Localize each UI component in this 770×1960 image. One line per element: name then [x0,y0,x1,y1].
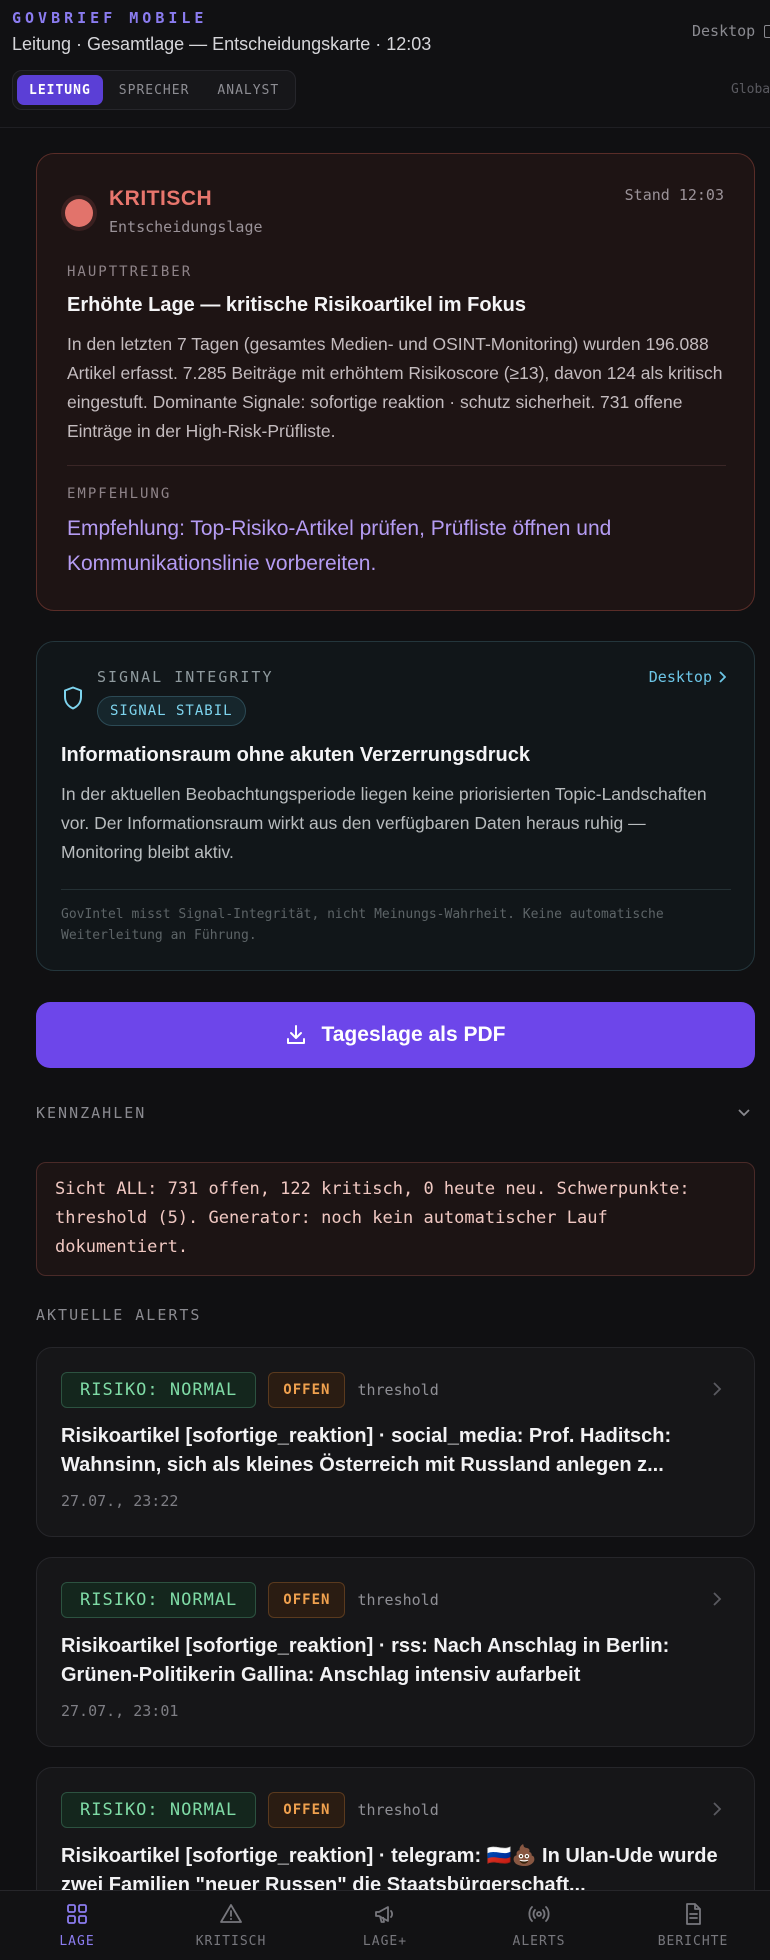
shield-icon [64,686,82,710]
grid-icon [67,1904,87,1924]
page-subtitle: Leitung · Gesamtlage — Entscheidungskart… [12,34,432,54]
alert-tag: threshold [357,1591,439,1609]
signal-label: SIGNAL INTEGRITY [97,668,274,686]
alert-timestamp: 27.07., 23:22 [61,1492,179,1510]
divider [61,889,731,890]
document-icon [686,1903,701,1925]
alert-badges: RISIKO: NORMAL OFFEN threshold [61,1372,439,1408]
desktop-link-label: Desktop [692,22,756,40]
signal-note: GovIntel misst Signal-Integrität, nicht … [61,907,664,943]
chevron-right-icon [713,1802,722,1816]
decision-card: KRITISCH Entscheidungslage Stand 12:03 H… [36,153,755,611]
alert-badges: RISIKO: NORMAL OFFEN threshold [61,1582,439,1618]
nav-alerts[interactable]: ALERTS [462,1891,616,1960]
kennzahlen-title: KENNZAHLEN [36,1104,147,1122]
risk-badge: RISIKO: NORMAL [61,1582,257,1618]
download-pdf-button[interactable]: Tageslage als PDF [36,1002,755,1068]
monitor-icon [764,25,770,38]
signal-text: In der aktuellen Beobachtungsperiode lie… [61,784,707,862]
nav-label: ALERTS [512,1934,566,1949]
warning-icon [220,1904,242,1923]
alert-tag: threshold [357,1801,439,1819]
signal-status-badge: SIGNAL STABIL [97,696,246,726]
status-subtitle: Entscheidungslage [109,218,263,236]
signal-desktop-label: Desktop [648,668,712,686]
status-timestamp: Stand 12:03 [624,186,724,204]
role-tab-leitung[interactable]: LEITUNG [17,75,103,105]
recommendation-text: Empfehlung: Top-Risiko-Artikel prüfen, P… [67,517,612,575]
bottom-navigation: LAGE KRITISCH LAGE+ ALERTS BERICHTE [0,1890,770,1960]
role-switcher: LEITUNG SPRECHER ANALYST [12,70,297,110]
chevron-right-icon [719,671,726,683]
status-title: KRITISCH [109,187,213,210]
driver-heading: Erhöhte Lage — kritische Risikoartikel i… [67,294,527,316]
nav-label: LAGE [59,1934,95,1949]
driver-text: In den letzten 7 Tagen (gesamtes Medien-… [67,334,723,441]
download-icon [287,1025,306,1044]
nav-berichte[interactable]: BERICHTE [616,1891,770,1960]
nav-lage-plus[interactable]: LAGE+ [308,1891,462,1960]
signal-integrity-card: SIGNAL INTEGRITY SIGNAL STABIL Desktop I… [36,641,755,971]
status-badge: OFFEN [268,1792,346,1828]
download-pdf-label: Tageslage als PDF [321,1023,506,1046]
status-indicator-dot [65,199,93,227]
role-tab-analyst[interactable]: ANALYST [205,75,291,105]
status-badge: OFFEN [268,1582,346,1618]
alert-card[interactable]: RISIKO: NORMAL OFFEN threshold Risikoart… [36,1347,755,1537]
role-tab-sprecher[interactable]: SPRECHER [107,75,202,105]
divider [67,465,726,466]
recommendation-label: EMPFEHLUNG [67,486,172,502]
status-badge: OFFEN [268,1372,346,1408]
alert-title: Risikoartikel [sofortige_reaktion] · soc… [61,1425,672,1476]
chevron-right-icon [713,1382,722,1396]
desktop-link[interactable]: Desktop [692,22,770,40]
chevron-down-icon [738,1109,750,1117]
broadcast-icon [528,1906,550,1922]
nav-label: KRITISCH [195,1934,267,1949]
nav-label: LAGE+ [362,1934,408,1949]
risk-badge: RISIKO: NORMAL [61,1792,257,1828]
megaphone-icon [375,1906,394,1923]
nav-label: BERICHTE [657,1934,729,1949]
signal-heading: Informationsraum ohne akuten Verzerrungs… [61,744,530,766]
kennzahlen-toggle[interactable]: KENNZAHLEN [36,1104,755,1122]
global-view-link[interactable]: Globa [731,82,770,97]
alert-title: Risikoartikel [sofortige_reaktion] · rss… [61,1635,670,1686]
risk-badge: RISIKO: NORMAL [61,1372,257,1408]
alert-card[interactable]: RISIKO: NORMAL OFFEN threshold Risikoart… [36,1557,755,1747]
alert-badges: RISIKO: NORMAL OFFEN threshold [61,1792,439,1828]
app-header: GOVBRIEF MOBILE Leitung · Gesamtlage — E… [0,0,770,128]
signal-desktop-link[interactable]: Desktop [649,668,726,686]
alert-timestamp: 27.07., 23:01 [61,1702,179,1720]
driver-label: HAUPTTREIBER [67,264,193,280]
alerts-section-title: AKTUELLE ALERTS [36,1306,202,1324]
kennzahlen-summary: Sicht ALL: 731 offen, 122 kritisch, 0 he… [36,1162,755,1276]
alert-tag: threshold [357,1381,439,1399]
app-brand: GOVBRIEF MOBILE [12,9,208,27]
nav-lage[interactable]: LAGE [0,1891,154,1960]
nav-kritisch[interactable]: KRITISCH [154,1891,308,1960]
chevron-right-icon [713,1592,722,1606]
